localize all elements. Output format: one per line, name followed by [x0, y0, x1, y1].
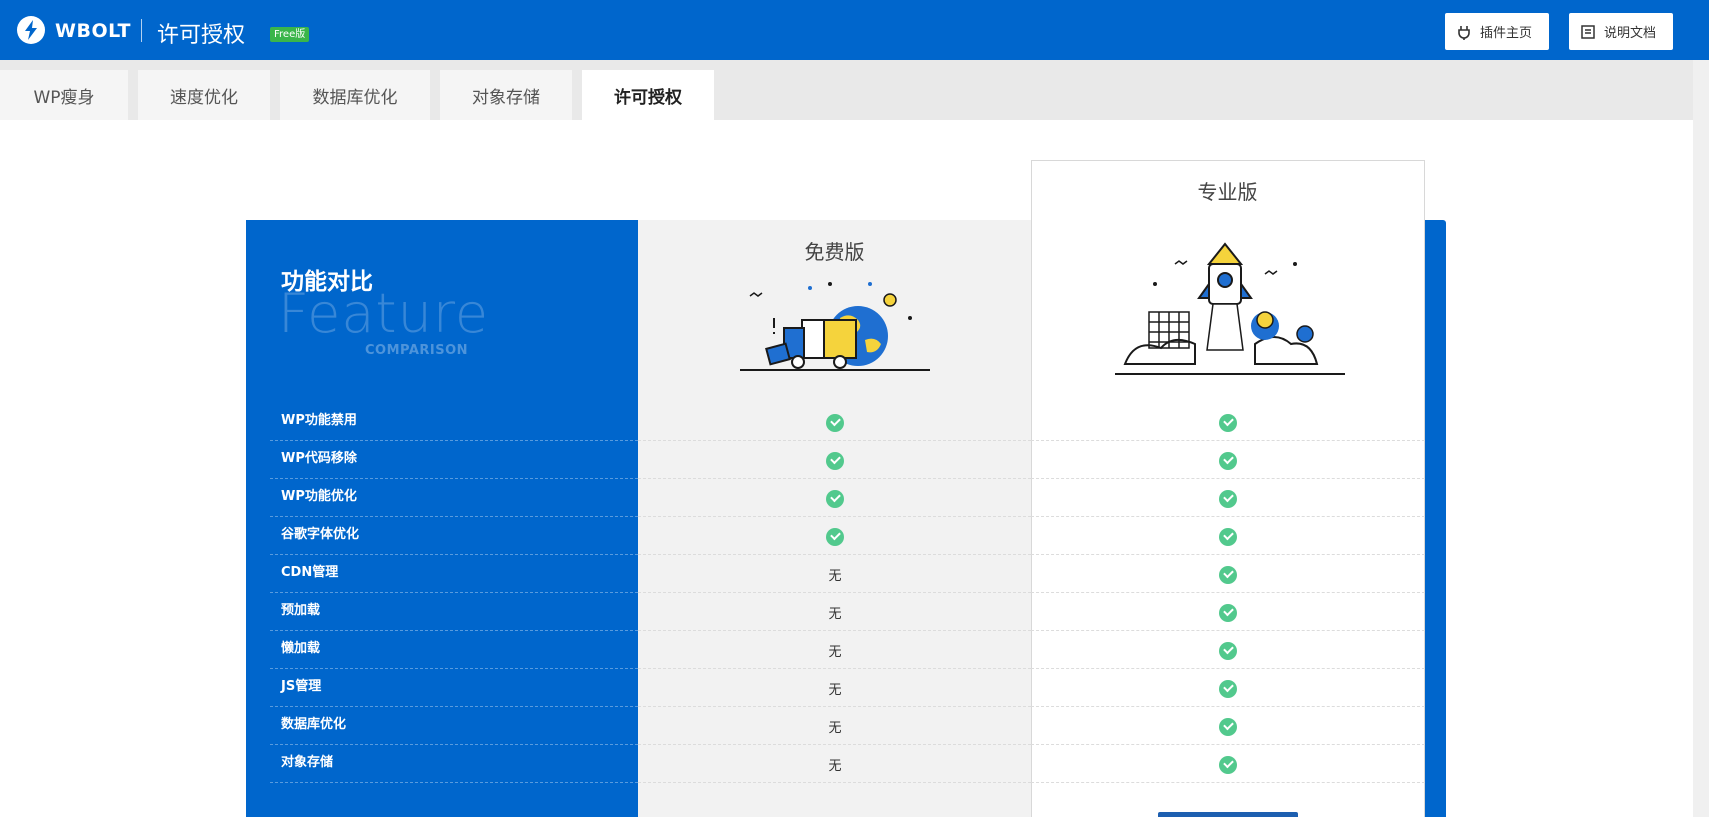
tab-speed-optimization[interactable]: 速度优化 — [138, 70, 270, 120]
tab-label: WP瘦身 — [33, 87, 95, 108]
free-none-text: 无 — [828, 683, 842, 698]
free-check-icon — [826, 528, 844, 546]
free-check-icon — [826, 490, 844, 508]
free-check-icon — [826, 414, 844, 432]
pro-check-icon — [1219, 642, 1237, 660]
free-none-text: 无 — [828, 721, 842, 736]
pro-check-icon — [1219, 680, 1237, 698]
scrollbar[interactable] — [1693, 60, 1709, 817]
row-divider — [1031, 782, 1425, 783]
feature-label: 预加载 — [281, 603, 321, 618]
row-divider — [638, 516, 1031, 517]
plugin-home-button[interactable]: 插件主页 — [1445, 13, 1549, 50]
bolt-logo-icon — [17, 16, 45, 44]
rocket-illustration — [1115, 242, 1345, 375]
tab-bar: WP瘦身 速度优化 数据库优化 对象存储 许可授权 — [0, 60, 1693, 120]
tab-label: 许可授权 — [614, 87, 682, 108]
pro-plan-title: 专业版 — [1197, 180, 1258, 204]
comparison-subtitle: COMPARISON — [365, 343, 469, 358]
plug-icon — [1456, 24, 1472, 40]
brand-divider — [141, 19, 142, 42]
feature-label: WP功能优化 — [281, 489, 357, 504]
row-divider — [1031, 516, 1425, 517]
pro-check-icon — [1219, 718, 1237, 736]
row-divider — [638, 592, 1031, 593]
version-badge: Free版 — [270, 27, 310, 42]
feature-label: CDN管理 — [281, 565, 339, 580]
brand-name: WBOLT — [55, 20, 132, 42]
pro-check-icon — [1219, 414, 1237, 432]
plugin-home-label: 插件主页 — [1480, 26, 1533, 41]
page-title: 许可授权 — [157, 23, 246, 48]
row-divider — [638, 554, 1031, 555]
tab-label: 速度优化 — [170, 87, 238, 108]
panel-edge — [1425, 220, 1446, 817]
row-divider — [638, 440, 1031, 441]
row-divider — [1031, 592, 1425, 593]
row-divider — [1031, 554, 1425, 555]
pro-check-icon — [1219, 756, 1237, 774]
feature-label: JS管理 — [281, 679, 322, 694]
row-divider — [1031, 668, 1425, 669]
tab-object-storage[interactable]: 对象存储 — [440, 70, 572, 120]
feature-label: 谷歌字体优化 — [281, 527, 360, 542]
feature-label: 懒加载 — [281, 641, 321, 656]
pro-check-icon — [1219, 490, 1237, 508]
feature-label: 对象存储 — [281, 755, 334, 770]
delivery-truck-illustration — [740, 282, 930, 371]
free-none-text: 无 — [828, 569, 842, 584]
row-divider — [638, 706, 1031, 707]
free-none-text: 无 — [828, 759, 842, 774]
tab-license[interactable]: 许可授权 — [582, 70, 714, 120]
pro-check-icon — [1219, 452, 1237, 470]
row-divider — [638, 782, 1031, 783]
row-divider — [1031, 744, 1425, 745]
tab-label: 对象存储 — [472, 87, 540, 108]
free-plan-title: 免费版 — [804, 240, 865, 264]
row-divider — [638, 478, 1031, 479]
document-icon — [1580, 24, 1596, 40]
row-divider — [1031, 478, 1425, 479]
pro-check-icon — [1219, 566, 1237, 584]
row-divider — [1031, 706, 1425, 707]
row-divider — [638, 630, 1031, 631]
docs-label: 说明文档 — [1604, 26, 1657, 41]
row-divider — [638, 744, 1031, 745]
top-header: WBOLT 许可授权 Free版 插件主页 说明文档 — [0, 0, 1709, 60]
feature-label: WP功能禁用 — [281, 413, 357, 428]
row-divider — [1031, 440, 1425, 441]
row-divider — [638, 668, 1031, 669]
free-none-text: 无 — [828, 645, 842, 660]
comparison-title: 功能对比 — [281, 269, 373, 295]
docs-button[interactable]: 说明文档 — [1569, 13, 1673, 50]
free-none-text: 无 — [828, 607, 842, 622]
tab-wp-slim[interactable]: WP瘦身 — [0, 70, 128, 120]
pro-check-icon — [1219, 528, 1237, 546]
tab-database-optimization[interactable]: 数据库优化 — [280, 70, 430, 120]
tab-label: 数据库优化 — [312, 87, 398, 108]
pro-check-icon — [1219, 604, 1237, 622]
row-divider — [1031, 630, 1425, 631]
feature-label: WP代码移除 — [281, 451, 357, 466]
pro-buy-button[interactable] — [1158, 812, 1298, 817]
feature-label: 数据库优化 — [281, 717, 347, 732]
free-check-icon — [826, 452, 844, 470]
row-divider — [270, 782, 638, 783]
